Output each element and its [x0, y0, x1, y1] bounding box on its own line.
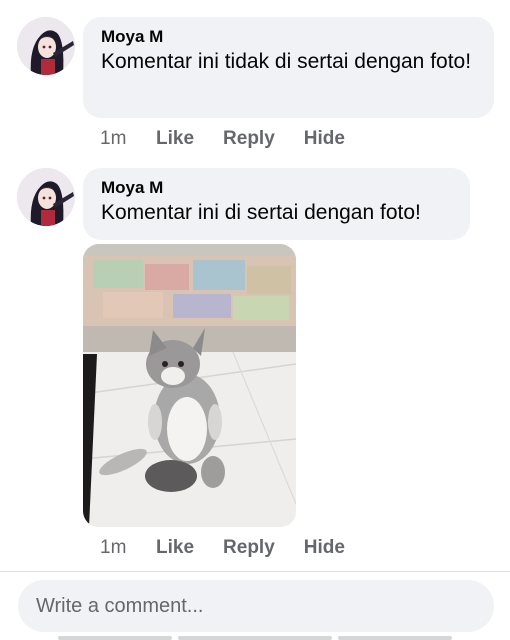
- comment-composer[interactable]: [18, 580, 494, 632]
- hide-button[interactable]: Hide: [304, 128, 345, 150]
- comment-actions: 1m Like Reply Hide: [100, 128, 374, 150]
- comment-actions: 1m Like Reply Hide: [100, 537, 374, 559]
- reply-button[interactable]: Reply: [223, 128, 275, 150]
- comment-author[interactable]: Moya M: [101, 26, 476, 48]
- comment-time[interactable]: 1m: [100, 537, 156, 559]
- like-button[interactable]: Like: [156, 128, 194, 150]
- bottom-bar-segment: [58, 636, 172, 640]
- avatar[interactable]: [17, 17, 75, 75]
- comment-input[interactable]: [18, 580, 494, 632]
- bottom-bar-segment: [178, 636, 332, 640]
- comment-author[interactable]: Moya M: [101, 177, 452, 199]
- comment-bubble: Moya M Komentar ini di sertai dengan fot…: [83, 168, 470, 240]
- comment-text: Komentar ini tidak di sertai dengan foto…: [101, 50, 472, 73]
- like-button[interactable]: Like: [156, 537, 194, 559]
- divider: [0, 571, 510, 572]
- comment-text: Komentar ini di sertai dengan foto!: [101, 201, 421, 224]
- cat-photo-image: [83, 244, 296, 527]
- comment-time[interactable]: 1m: [100, 128, 156, 150]
- comment-bubble: Moya M Komentar ini tidak di sertai deng…: [83, 17, 494, 118]
- hide-button[interactable]: Hide: [304, 537, 345, 559]
- bottom-bar-segment: [338, 636, 452, 640]
- avatar[interactable]: [17, 168, 75, 226]
- comment-photo[interactable]: [83, 244, 296, 527]
- reply-button[interactable]: Reply: [223, 537, 275, 559]
